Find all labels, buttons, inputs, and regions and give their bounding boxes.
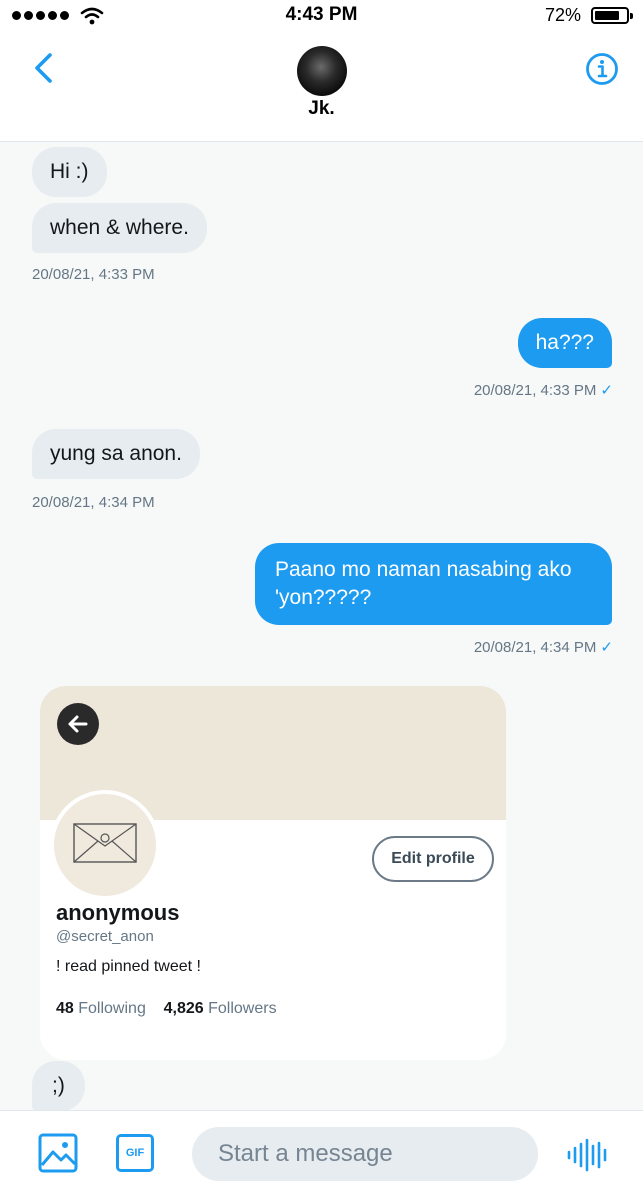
envelope-icon	[73, 823, 137, 863]
received-message[interactable]: ;)	[32, 1061, 85, 1110]
profile-picture	[50, 790, 160, 900]
received-message[interactable]: Hi :)	[32, 147, 107, 197]
message-timestamp: 20/08/21, 4:34 PM	[473, 639, 597, 656]
back-arrow-icon[interactable]	[28, 50, 60, 86]
back-arrow-icon	[57, 703, 99, 745]
sent-message[interactable]: Paano mo naman nasabing ako 'yon?????	[255, 543, 612, 625]
status-bar: 4:43 PM 72%	[0, 0, 643, 32]
edit-profile-button: Edit profile	[372, 836, 494, 882]
gif-icon[interactable]: GIF	[116, 1134, 154, 1172]
conversation-header: Jk.	[0, 32, 643, 142]
image-icon[interactable]	[38, 1133, 78, 1173]
profile-name: anonymous	[56, 900, 180, 925]
message-list[interactable]: Hi :) when & where. 20/08/21, 4:33 PM ha…	[0, 142, 643, 1110]
message-input[interactable]	[192, 1127, 538, 1181]
message-timestamp: 20/08/21, 4:33 PM	[473, 382, 597, 399]
message-timestamp: 20/08/21, 4:34 PM	[32, 494, 155, 511]
check-icon: ✓	[600, 382, 613, 399]
profile-bio: ! read pinned tweet !	[56, 958, 201, 975]
message-timestamp-row: 20/08/21, 4:34 PM ✓	[474, 638, 613, 656]
sent-message[interactable]: ha???	[517, 318, 612, 368]
profile-stats: 48 Following 4,826 Followers	[56, 1000, 277, 1018]
received-message[interactable]: when & where.	[32, 203, 207, 253]
info-icon[interactable]	[585, 52, 619, 86]
profile-handle: @secret_anon	[56, 928, 154, 945]
battery-icon	[591, 7, 633, 24]
message-timestamp: 20/08/21, 4:33 PM	[32, 266, 155, 283]
following-count: 48	[56, 1000, 74, 1017]
shared-image[interactable]: Edit profile anonymous @secret_anon ! re…	[40, 686, 506, 1060]
message-timestamp-row: 20/08/21, 4:33 PM ✓	[474, 381, 613, 399]
contact-name[interactable]: Jk.	[0, 98, 643, 120]
battery-percentage: 72%	[544, 5, 581, 25]
message-composer: GIF	[0, 1110, 643, 1200]
followers-count: 4,826	[163, 1000, 204, 1017]
check-icon: ✓	[600, 639, 613, 656]
followers-label: Followers	[208, 1000, 277, 1017]
avatar[interactable]	[297, 46, 347, 96]
voice-icon[interactable]	[566, 1137, 610, 1173]
following-label: Following	[78, 1000, 146, 1017]
received-message[interactable]: yung sa anon.	[32, 429, 200, 479]
